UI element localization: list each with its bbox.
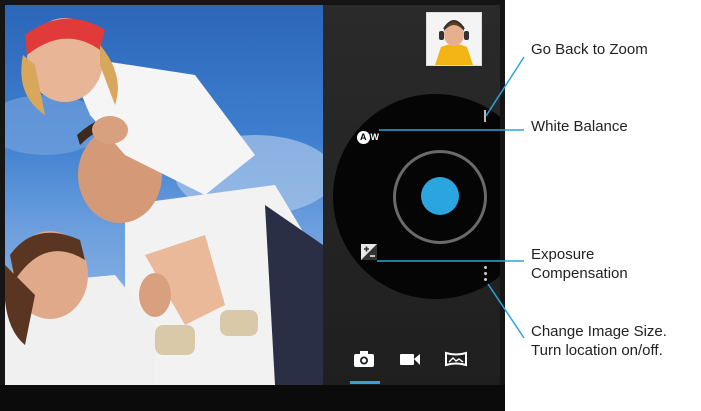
callout-image-size-line2: Turn location on/off. bbox=[531, 342, 663, 359]
callout-go-back-to-zoom: Go Back to Zoom bbox=[531, 41, 648, 58]
callout-exposure-line1: Exposure bbox=[531, 246, 595, 263]
callout-exposure-line2: Compensation bbox=[531, 265, 628, 282]
callout-white-balance: White Balance bbox=[531, 118, 628, 135]
callout-line-zoom bbox=[485, 56, 525, 117]
callout-image-size-line1: Change Image Size. bbox=[531, 323, 667, 340]
callout-line-image-size bbox=[487, 283, 525, 339]
